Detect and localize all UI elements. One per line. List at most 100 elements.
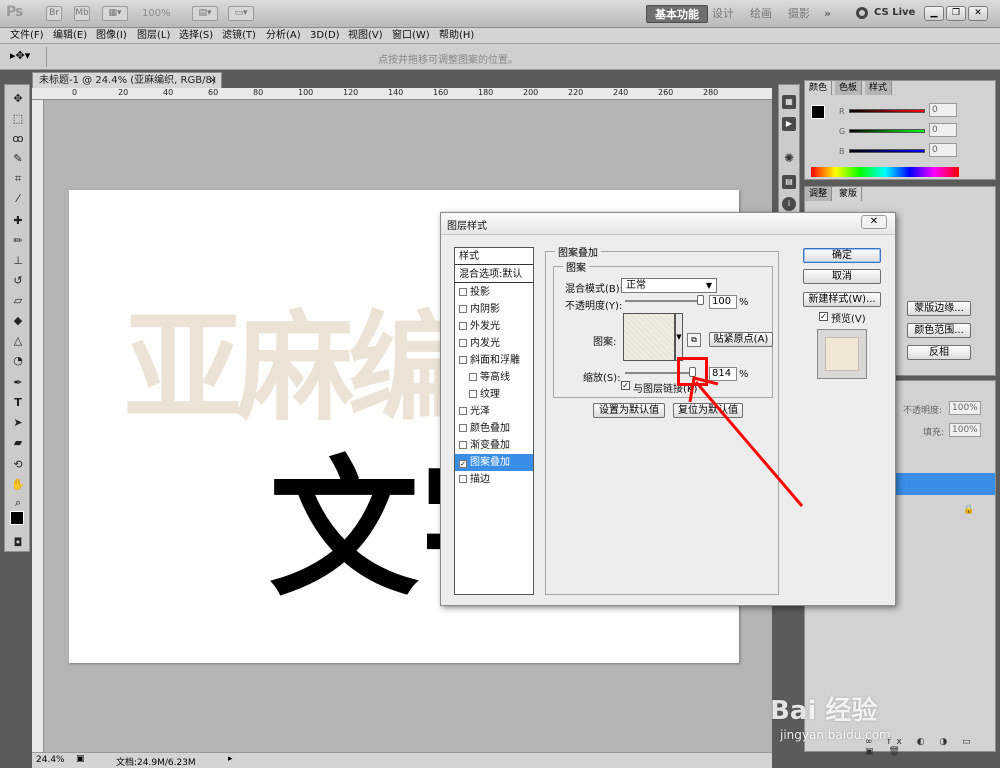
- new-style-button[interactable]: 新建样式(W)...: [803, 292, 881, 307]
- menu-window[interactable]: 窗口(W): [392, 29, 430, 43]
- new-preset-icon[interactable]: ⧉: [687, 333, 701, 347]
- style-item-contour[interactable]: 等高线: [455, 369, 533, 386]
- checkbox[interactable]: [459, 339, 467, 347]
- color-spectrum[interactable]: [811, 167, 959, 177]
- document-tab[interactable]: 未标题-1 @ 24.4% (亚麻编织, RGB/8) * ×: [32, 72, 222, 101]
- dialog-close-button[interactable]: ✕: [861, 215, 887, 229]
- menu-layer[interactable]: 图层(L): [137, 29, 170, 43]
- styles-header[interactable]: 样式: [455, 248, 533, 265]
- tab-adjustments[interactable]: 调整: [805, 187, 833, 201]
- move-tool-icon[interactable]: ✥: [10, 91, 26, 107]
- info-icon[interactable]: i: [782, 197, 796, 211]
- blend-mode-select[interactable]: 正常 ▼: [621, 278, 717, 293]
- g-value[interactable]: 0: [929, 123, 957, 137]
- zoom-select[interactable]: 100%: [142, 8, 171, 19]
- layer-opacity-value[interactable]: 100%: [949, 401, 981, 415]
- tab-close-icon[interactable]: ×: [209, 73, 217, 88]
- style-item-stroke[interactable]: 描边: [455, 471, 533, 488]
- quick-mask-icon[interactable]: ◘: [10, 535, 26, 551]
- opacity-slider-track[interactable]: [625, 300, 703, 302]
- layer-fill-value[interactable]: 100%: [949, 423, 981, 437]
- paint-bucket-tool-icon[interactable]: ◆: [10, 313, 26, 329]
- b-value[interactable]: 0: [929, 143, 957, 157]
- opacity-slider-thumb[interactable]: [697, 295, 704, 305]
- zoom-tool-icon[interactable]: ⌕: [10, 495, 26, 511]
- status-zoom[interactable]: 24.4%: [36, 755, 65, 765]
- brush-tool-icon[interactable]: ✏: [10, 233, 26, 249]
- set-default-button[interactable]: 设置为默认值: [593, 403, 665, 418]
- checkbox[interactable]: [459, 322, 467, 330]
- menu-help[interactable]: 帮助(H): [439, 29, 474, 43]
- cs-live-label[interactable]: CS Live: [874, 7, 915, 18]
- menu-select[interactable]: 选择(S): [179, 29, 213, 43]
- tab-swatches[interactable]: 色板: [835, 81, 863, 95]
- menu-filter[interactable]: 滤镜(T): [222, 29, 256, 43]
- checkbox[interactable]: [459, 407, 467, 415]
- minibridge-icon[interactable]: Mb: [74, 6, 90, 21]
- menu-3d[interactable]: 3D(D): [310, 29, 340, 43]
- dodge-tool-icon[interactable]: ◔: [10, 353, 26, 369]
- tab-color[interactable]: 颜色: [805, 81, 833, 95]
- foreground-color-swatch[interactable]: [10, 511, 24, 525]
- style-item-satin[interactable]: 光泽: [455, 403, 533, 420]
- eyedropper-tool-icon[interactable]: ⁄: [10, 191, 26, 207]
- histogram-icon[interactable]: ▦: [782, 95, 796, 109]
- checkbox[interactable]: [459, 424, 467, 432]
- quick-select-tool-icon[interactable]: ✎: [10, 151, 26, 167]
- screen-mode-icon[interactable]: ▭▾: [228, 6, 254, 21]
- view-extras-icon[interactable]: ▦▾: [102, 6, 128, 21]
- status-menu-icon[interactable]: ▸: [228, 754, 233, 764]
- history-brush-tool-icon[interactable]: ↺: [10, 273, 26, 289]
- checkbox[interactable]: [469, 390, 477, 398]
- shape-tool-icon[interactable]: ▰: [10, 435, 26, 451]
- style-item-drop-shadow[interactable]: 投影: [455, 284, 533, 301]
- healing-brush-tool-icon[interactable]: ✚: [10, 213, 26, 229]
- brush-presets-icon[interactable]: ✺: [782, 151, 796, 165]
- dialog-title-bar[interactable]: 图层样式 ✕: [441, 213, 895, 235]
- checkbox[interactable]: [459, 475, 467, 483]
- style-item-outer-glow[interactable]: 外发光: [455, 318, 533, 335]
- checkbox[interactable]: [459, 356, 467, 364]
- style-item-bevel-emboss[interactable]: 斜面和浮雕: [455, 352, 533, 369]
- crop-tool-icon[interactable]: ⌗: [10, 171, 26, 187]
- menu-analysis[interactable]: 分析(A): [266, 29, 301, 43]
- path-select-tool-icon[interactable]: ➤: [10, 415, 26, 431]
- pen-tool-icon[interactable]: ✒: [10, 375, 26, 391]
- workspace-more-icon[interactable]: »: [816, 5, 839, 23]
- blur-tool-icon[interactable]: △: [10, 333, 26, 349]
- type-tool-icon[interactable]: T: [10, 395, 26, 411]
- workspace-paint[interactable]: 绘画: [742, 5, 780, 23]
- opacity-input[interactable]: 100: [709, 295, 737, 309]
- marquee-tool-icon[interactable]: ⬚: [10, 111, 26, 127]
- checkbox[interactable]: [459, 305, 467, 313]
- preview-label[interactable]: 预览(V): [831, 310, 866, 325]
- style-item-inner-glow[interactable]: 内发光: [455, 335, 533, 352]
- color-range-button[interactable]: 颜色范围...: [907, 323, 971, 338]
- bridge-icon[interactable]: Br: [46, 6, 62, 21]
- actions-play-icon[interactable]: ▶: [782, 117, 796, 131]
- r-slider[interactable]: [849, 109, 925, 113]
- checkbox[interactable]: [469, 373, 477, 381]
- menu-image[interactable]: 图像(I): [96, 29, 127, 43]
- preview-checkbox[interactable]: ✓: [819, 312, 828, 321]
- ok-button[interactable]: 确定: [803, 248, 881, 263]
- link-with-layer-checkbox[interactable]: ✓: [621, 381, 630, 390]
- snap-origin-button[interactable]: 贴紧原点(A): [709, 332, 773, 347]
- stamp-tool-icon[interactable]: ⊥: [10, 253, 26, 269]
- lasso-tool-icon[interactable]: ꝏ: [10, 131, 26, 147]
- pattern-swatch[interactable]: [623, 313, 675, 361]
- hand-tool-icon[interactable]: ✋: [10, 477, 26, 493]
- style-item-inner-shadow[interactable]: 内阴影: [455, 301, 533, 318]
- restore-button[interactable]: ❐: [946, 6, 966, 21]
- menu-view[interactable]: 视图(V): [348, 29, 383, 43]
- 3d-rotate-tool-icon[interactable]: ⟲: [10, 457, 26, 473]
- close-button[interactable]: ✕: [968, 6, 988, 21]
- checkbox[interactable]: [459, 288, 467, 296]
- checkbox[interactable]: [459, 441, 467, 449]
- g-slider[interactable]: [849, 129, 925, 133]
- pattern-dropdown-icon[interactable]: ▼: [675, 313, 683, 361]
- mask-edge-button[interactable]: 蒙版边缘...: [907, 301, 971, 316]
- eraser-tool-icon[interactable]: ▱: [10, 293, 26, 309]
- move-tool-preset-icon[interactable]: ▸✥▾: [10, 49, 30, 62]
- tab-styles[interactable]: 样式: [865, 81, 893, 95]
